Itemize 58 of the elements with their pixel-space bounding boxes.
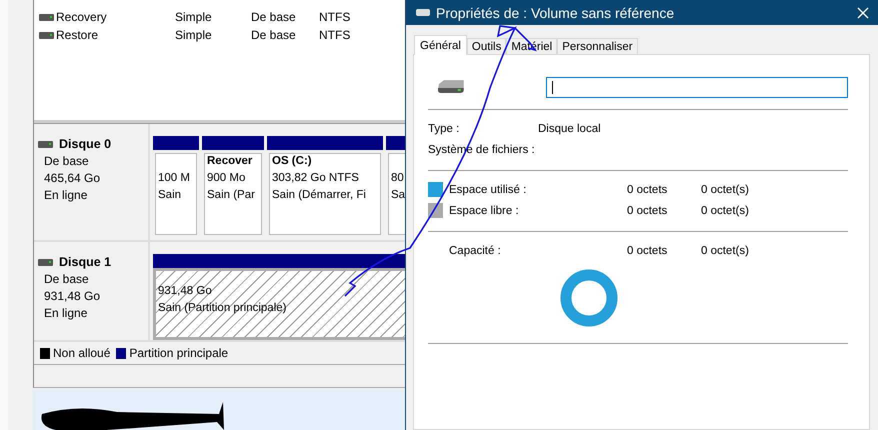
partition-size: 80 — [391, 171, 405, 186]
disk-status: En ligne — [44, 187, 88, 203]
drive-icon — [39, 14, 54, 20]
legend-label: Partition principale — [129, 346, 228, 360]
disk-type: De base — [44, 153, 90, 169]
partition-header-bar — [202, 136, 264, 150]
drive-icon — [38, 140, 53, 148]
partition-header-bar — [153, 136, 199, 150]
partition-status: Sain (Partition principale) — [158, 301, 288, 316]
partition-size: 900 Mo — [207, 171, 246, 186]
volume-name-field[interactable] — [546, 76, 848, 98]
tab[interactable]: Général — [414, 35, 467, 55]
disk-status: En ligne — [44, 305, 88, 321]
partition-title: OS (C:) — [272, 154, 313, 169]
usage-donut-drawing — [560, 269, 618, 327]
volume-type: De base — [251, 10, 297, 24]
close-icon[interactable] — [857, 6, 869, 18]
drive-icon — [416, 9, 430, 16]
disk-name: Disque 0 — [59, 136, 112, 152]
partition-status: Sain (Démarrer, Fi — [272, 188, 367, 203]
volume-name: Restore — [56, 28, 98, 42]
volume-layout: Simple — [175, 10, 213, 24]
drive-icon — [39, 32, 54, 38]
space-bytes: 0 octets — [627, 204, 668, 216]
partition-title: Recover — [207, 154, 254, 169]
volume-layout: Simple — [175, 28, 213, 42]
capacity-label: Capacité : — [449, 244, 502, 256]
disk-size: 931,48 Go — [44, 288, 102, 304]
disk-label-panel[interactable]: Disque 1 De base 931,48 Go En ligne — [34, 242, 150, 340]
partition-status: Sa — [391, 188, 406, 203]
tab[interactable]: Outils — [466, 38, 506, 54]
disk-name: Disque 1 — [59, 254, 112, 270]
partition-status: Sain (Par — [207, 188, 256, 203]
disk-size: 465,64 Go — [44, 170, 102, 186]
volume-file-system: NTFS — [319, 28, 350, 42]
tab[interactable]: Personnaliser — [557, 38, 638, 54]
disk-label-panel[interactable]: Disque 0 De base 465,64 Go En ligne — [34, 124, 150, 240]
space-label: Espace libre : — [449, 204, 520, 216]
capacity-short: 0 octet(s) — [701, 244, 749, 256]
partition-size: 303,82 Go NTFS — [272, 171, 360, 186]
space-bytes: 0 octets — [627, 184, 668, 196]
space-short: 0 octet(s) — [701, 204, 749, 216]
legend-label: Non alloué — [53, 346, 110, 360]
window-title: Propriétés de : Volume sans référence — [436, 4, 676, 20]
partition-status: Sain — [158, 188, 182, 203]
drive-icon — [436, 80, 466, 94]
partition-size: 931,48 Go — [158, 284, 213, 299]
volume-type: De base — [251, 28, 297, 42]
type-value: Disque local — [538, 122, 601, 134]
capacity-bytes: 0 octets — [627, 244, 668, 256]
partition-size: 100 M — [158, 171, 191, 186]
drive-icon — [38, 258, 53, 266]
disk-type: De base — [44, 271, 90, 287]
type-label: Type : — [428, 122, 460, 134]
space-label: Espace utilisé : — [449, 184, 528, 196]
space-short: 0 octet(s) — [701, 184, 749, 196]
volume-name: Recovery — [56, 10, 107, 24]
volume-file-system: NTFS — [319, 10, 350, 24]
